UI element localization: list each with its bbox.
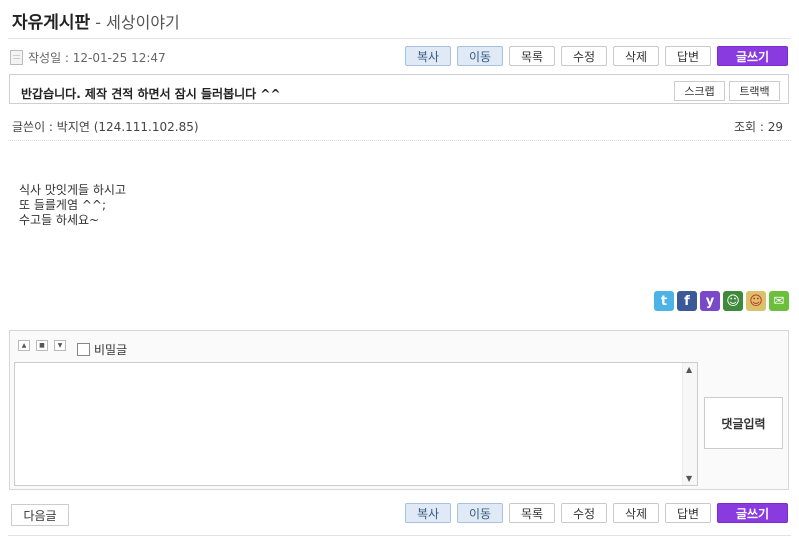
secret-label: 비밀글 [94,343,128,357]
next-post-button[interactable]: 다음글 [11,504,69,526]
yozm-icon[interactable]: y [700,291,720,311]
bottom-divider [8,535,791,536]
title-divider [8,38,791,39]
reply-button[interactable]: 답변 [665,46,711,66]
post-content: 식사 맛잇게들 하시고 또 들를게염 ^^; 수고들 하세요~ [19,183,126,228]
bottom-action-bar: 복사 이동 목록 수정 삭제 답변 글쓰기 [405,503,788,523]
board-name: 자유게시판 [12,13,91,33]
twitter-icon[interactable]: t [654,291,674,311]
move-button[interactable]: 이동 [457,503,503,523]
list-button[interactable]: 목록 [509,503,555,523]
write-button[interactable]: 글쓰기 [717,46,788,66]
edit-button[interactable]: 수정 [561,503,607,523]
move-button[interactable]: 이동 [457,46,503,66]
secret-option[interactable]: 비밀글 [77,341,127,358]
post-subject: 반갑습니다. 제작 견적 하면서 잠시 들러봅니다 ^^ [21,87,281,101]
top-action-bar: 복사 이동 목록 수정 삭제 답변 글쓰기 [405,46,788,66]
edit-button[interactable]: 수정 [561,46,607,66]
mail-icon[interactable]: ✉ [769,291,789,311]
board-title: 자유게시판 - 세상이야기 [12,8,180,33]
comment-textarea[interactable]: ▲ ▼ [14,362,698,486]
list-button[interactable]: 목록 [509,46,555,66]
comment-submit-button[interactable]: 댓글입력 [704,397,783,449]
post-date-text: 작성일 : 12-01-25 12:47 [28,51,166,65]
delete-button[interactable]: 삭제 [613,46,659,66]
post-date: 작성일 : 12-01-25 12:47 [10,49,166,66]
delete-button[interactable]: 삭제 [613,503,659,523]
shrink-up-icon[interactable]: ▲ [18,340,30,351]
subject-bar: 반갑습니다. 제작 견적 하면서 잠시 들러봅니다 ^^ 스크랩 트랙백 [9,74,789,104]
document-icon [10,50,23,65]
scrap-button[interactable]: 스크랩 [674,81,725,101]
scroll-down-icon[interactable]: ▼ [686,474,692,483]
textarea-scrollbar[interactable]: ▲ ▼ [682,363,697,485]
post-views: 조회 : 29 [733,120,783,134]
reset-size-icon[interactable]: ■ [36,340,48,351]
sns-share-bar: t f y ☺ ☺ ✉ [654,291,789,311]
write-button[interactable]: 글쓰기 [717,503,788,523]
content-line: 식사 맛잇게들 하시고 [19,183,126,197]
title-separator: - [90,13,107,32]
meta-divider [8,140,791,141]
trackback-button[interactable]: 트랙백 [729,81,780,101]
copy-button[interactable]: 복사 [405,46,451,66]
me2day-icon[interactable]: ☺ [723,291,743,311]
board-category: 세상이야기 [106,13,180,32]
content-line: 수고들 하세요~ [19,213,100,227]
copy-button[interactable]: 복사 [405,503,451,523]
scroll-up-icon[interactable]: ▲ [686,365,692,374]
facebook-icon[interactable]: f [677,291,697,311]
comment-form: ▲ ■ ▼ 비밀글 ▲ ▼ 댓글입력 [9,330,789,490]
reply-button[interactable]: 답변 [665,503,711,523]
post-author: 글쓴이 : 박지연 (124.111.102.85) [12,120,199,134]
content-line: 또 들를게염 ^^; [19,198,106,212]
secret-checkbox[interactable] [77,343,90,356]
cyworld-icon[interactable]: ☺ [746,291,766,311]
expand-down-icon[interactable]: ▼ [54,340,66,351]
